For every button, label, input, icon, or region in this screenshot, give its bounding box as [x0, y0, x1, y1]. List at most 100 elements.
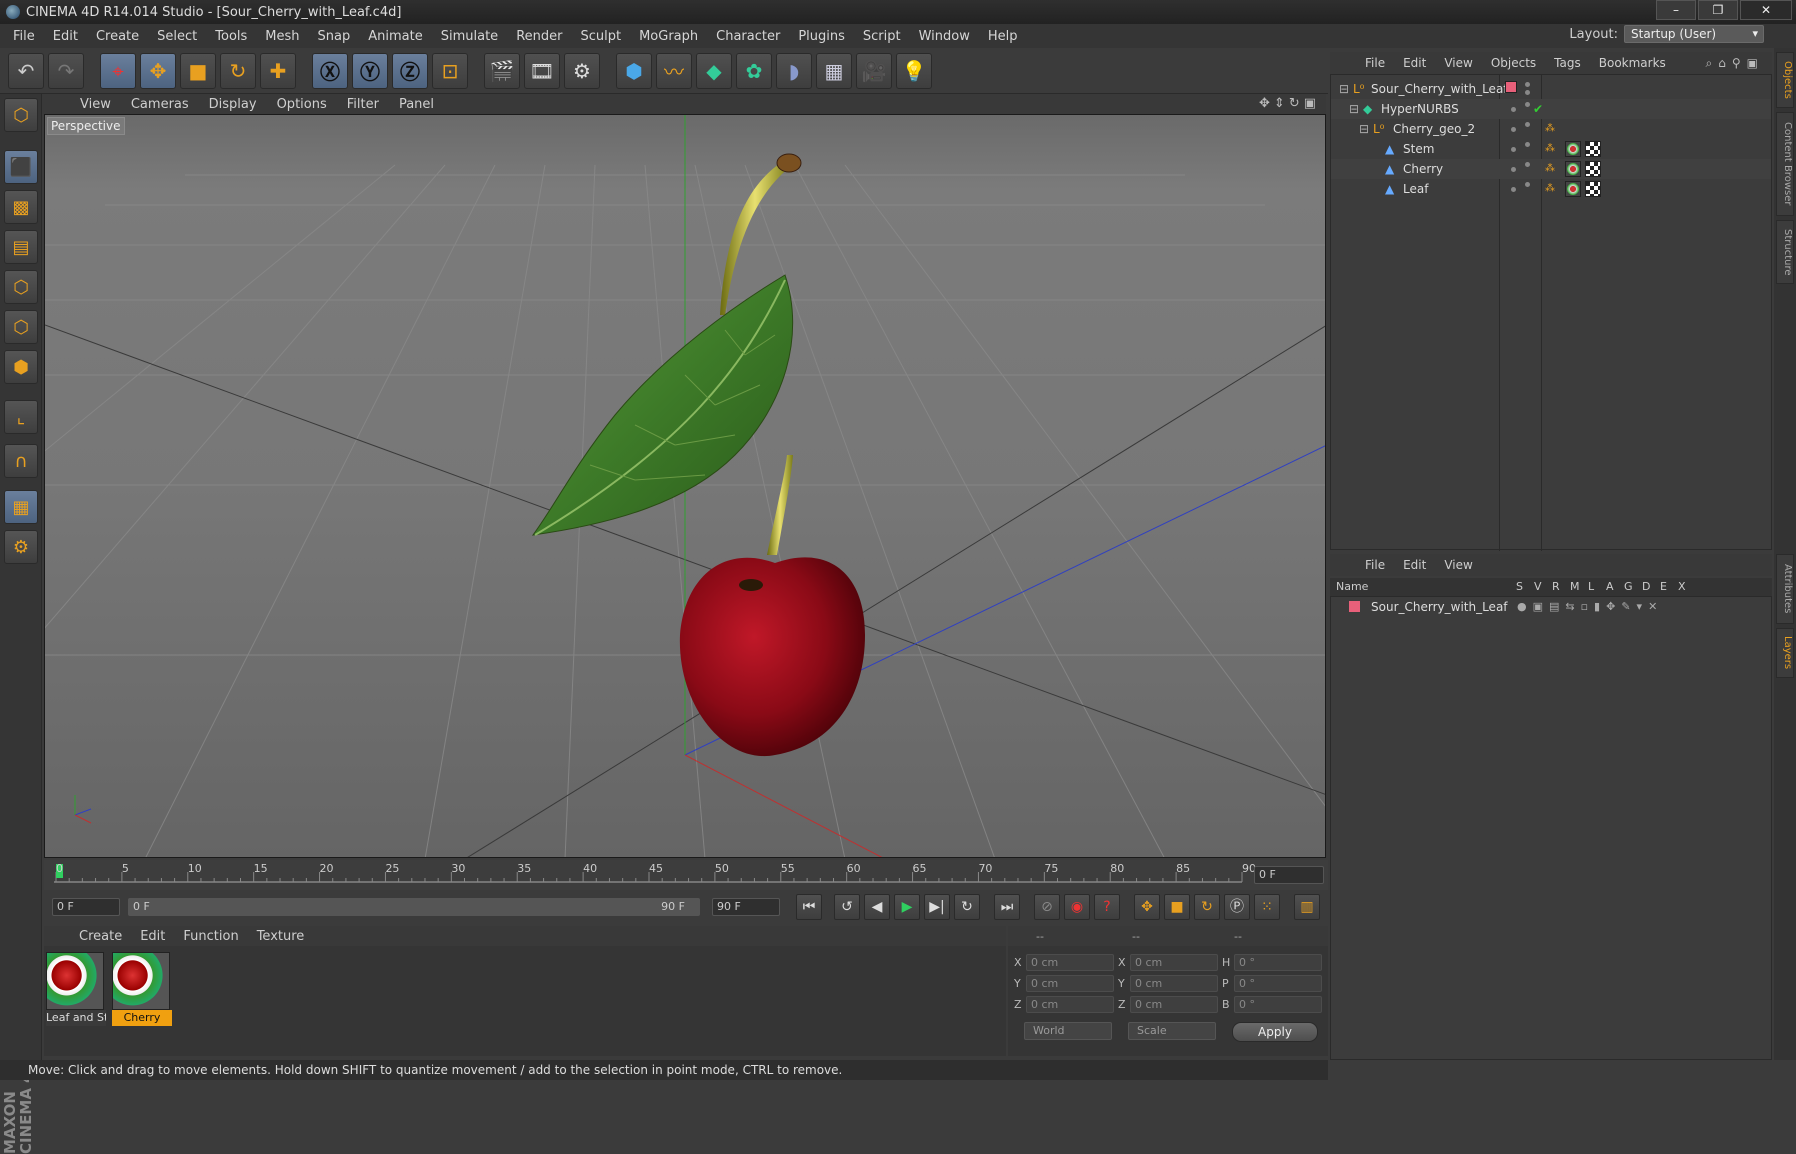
rotation-h-field[interactable]: 0 ° — [1234, 954, 1322, 971]
menu-render[interactable]: Render — [507, 29, 571, 44]
tab-structure[interactable]: Structure — [1776, 220, 1794, 284]
material-menu-function[interactable]: Function — [174, 929, 247, 944]
material-tag-icon[interactable] — [1565, 141, 1581, 157]
menu-script[interactable]: Script — [854, 29, 910, 44]
key-position-button[interactable]: ✥ — [1134, 894, 1160, 920]
material-cherry[interactable]: Cherry — [112, 952, 172, 1028]
object-row-leaf[interactable]: ▲ Leaf ⁂ — [1331, 179, 1771, 199]
layer-toggle-icons[interactable]: ●▣▤⇆▫▮✥✎▾✕ — [1517, 597, 1663, 617]
mograph-cloner-button[interactable]: ✿ — [736, 52, 772, 89]
viewport-menu-filter[interactable]: Filter — [337, 97, 389, 112]
viewport-menu-panel[interactable]: Panel — [389, 97, 444, 112]
make-editable-button[interactable]: ⬡ — [4, 98, 38, 132]
camera-button[interactable]: 🎥 — [856, 52, 892, 89]
object-manager-search-icon[interactable]: ⌕⌂⚲▣ — [1706, 56, 1764, 71]
material-menu-edit[interactable]: Edit — [131, 929, 174, 944]
perspective-viewport[interactable]: Perspective — [44, 114, 1326, 858]
material-menu-create[interactable]: Create — [70, 929, 131, 944]
editor-visibility-dot[interactable] — [1511, 187, 1516, 192]
menu-window[interactable]: Window — [910, 29, 979, 44]
move-tool[interactable]: ✥ — [140, 52, 176, 89]
object-row-cherry-geo-2[interactable]: ⊟ L⁰ Cherry_geo_2 ⁂ — [1331, 119, 1771, 139]
tab-objects[interactable]: Objects — [1776, 52, 1794, 108]
play-button[interactable]: ▶ — [894, 894, 920, 920]
object-row-stem[interactable]: ▲ Stem ⁂ — [1331, 139, 1771, 159]
size-z-field[interactable]: 0 cm — [1130, 996, 1218, 1013]
min-frame-field[interactable]: 0 F — [52, 898, 120, 916]
minimize-button[interactable]: – — [1656, 0, 1696, 20]
previous-frame-button[interactable]: ◀ — [864, 894, 890, 920]
max-frame-field[interactable]: 90 F — [712, 898, 780, 916]
recent-tools-button[interactable]: ✚ — [260, 52, 296, 89]
menu-character[interactable]: Character — [707, 29, 789, 44]
render-visibility-dot[interactable] — [1525, 90, 1530, 95]
scale-tool[interactable]: ■ — [180, 52, 216, 89]
points-mode-button[interactable]: ⬡ — [4, 270, 38, 304]
objects-menu-file[interactable]: File — [1356, 56, 1394, 70]
rotation-b-field[interactable]: 0 ° — [1234, 996, 1322, 1013]
previous-key-button[interactable]: ↺ — [834, 894, 860, 920]
menu-snap[interactable]: Snap — [309, 29, 360, 44]
autokeying-button[interactable]: ◉ — [1064, 894, 1090, 920]
timeline-ruler[interactable]: 0 5 10 15 20 25 30 35 40 45 50 55 60 65 70 75 80 85 90 0 F — [44, 860, 1328, 890]
model-mode-button[interactable]: ⬛ — [4, 150, 38, 184]
render-visibility-dot[interactable] — [1525, 182, 1530, 187]
layers-menu-edit[interactable]: Edit — [1394, 558, 1435, 572]
material-tag-icon[interactable] — [1565, 161, 1581, 177]
close-button[interactable]: ✕ — [1740, 0, 1792, 20]
layers-menu-view[interactable]: View — [1435, 558, 1481, 572]
next-key-button[interactable]: ↻ — [954, 894, 980, 920]
record-keys-button[interactable]: ⊘ — [1034, 894, 1060, 920]
layer-row[interactable]: Sour_Cherry_with_Leaf ●▣▤⇆▫▮✥✎▾✕ — [1331, 597, 1771, 617]
keyframe-selection-button[interactable]: ? — [1094, 894, 1120, 920]
live-selection-tool[interactable]: ⌖ — [100, 52, 136, 89]
objects-menu-view[interactable]: View — [1435, 56, 1481, 70]
workplane-lock-button[interactable]: ▦ — [4, 490, 38, 524]
phong-tag-icon[interactable]: ⁂ — [1545, 119, 1555, 139]
object-row-cherry[interactable]: ▲ Cherry ⁂ — [1331, 159, 1771, 179]
editor-visibility-dot[interactable] — [1511, 167, 1516, 172]
layers-menu-file[interactable]: File — [1356, 558, 1394, 572]
render-visibility-dot[interactable] — [1525, 122, 1530, 127]
render-picture-viewer-button[interactable]: 🎞 — [524, 52, 560, 89]
key-scale-button[interactable]: ■ — [1164, 894, 1190, 920]
menu-tools[interactable]: Tools — [206, 29, 256, 44]
tab-layers[interactable]: Layers — [1776, 628, 1794, 678]
key-point-level-button[interactable]: ⁙ — [1254, 894, 1280, 920]
soft-selection-button[interactable]: ⚙ — [4, 530, 38, 564]
redo-button[interactable]: ↷ — [48, 52, 84, 89]
material-leaf-and-stem[interactable]: Leaf and St — [46, 952, 106, 1028]
menu-animate[interactable]: Animate — [359, 29, 431, 44]
collapse-icon[interactable]: ⊟ — [1359, 119, 1369, 139]
cube-primitive-button[interactable]: ⬢ — [616, 52, 652, 89]
layout-dropdown[interactable]: Startup (User) — [1624, 25, 1764, 43]
uvw-tag-icon[interactable] — [1585, 181, 1601, 197]
x-axis-lock-button[interactable]: Ⓧ — [312, 52, 348, 89]
maximize-button[interactable]: ❐ — [1698, 0, 1738, 20]
texture-mode-button[interactable]: ▩ — [4, 190, 38, 224]
objects-menu-edit[interactable]: Edit — [1394, 56, 1435, 70]
phong-tag-icon[interactable]: ⁂ — [1545, 139, 1555, 159]
menu-file[interactable]: File — [4, 29, 44, 44]
rotation-p-field[interactable]: 0 ° — [1234, 975, 1322, 992]
position-z-field[interactable]: 0 cm — [1026, 996, 1114, 1013]
coordinate-space-dropdown[interactable]: World — [1024, 1022, 1112, 1040]
material-menu-texture[interactable]: Texture — [248, 929, 314, 944]
tab-content-browser[interactable]: Content Browser — [1776, 112, 1794, 216]
phong-tag-icon[interactable]: ⁂ — [1545, 159, 1555, 179]
render-settings-button[interactable]: ⚙ — [564, 52, 600, 89]
viewport-menu-cameras[interactable]: Cameras — [121, 97, 199, 112]
timeline-window-button[interactable]: ▥ — [1294, 894, 1320, 920]
menu-mograph[interactable]: MoGraph — [630, 29, 707, 44]
editor-visibility-dot[interactable] — [1511, 127, 1516, 132]
collapse-icon[interactable]: ⊟ — [1349, 99, 1359, 119]
z-axis-lock-button[interactable]: Ⓩ — [392, 52, 428, 89]
position-y-field[interactable]: 0 cm — [1026, 975, 1114, 992]
collapse-icon[interactable]: ⊟ — [1339, 79, 1349, 99]
y-axis-lock-button[interactable]: Ⓨ — [352, 52, 388, 89]
objects-menu-bookmarks[interactable]: Bookmarks — [1590, 56, 1675, 70]
phong-tag-icon[interactable]: ⁂ — [1545, 179, 1555, 199]
apply-button[interactable]: Apply — [1232, 1022, 1318, 1042]
objects-menu-tags[interactable]: Tags — [1545, 56, 1590, 70]
menu-select[interactable]: Select — [148, 29, 206, 44]
